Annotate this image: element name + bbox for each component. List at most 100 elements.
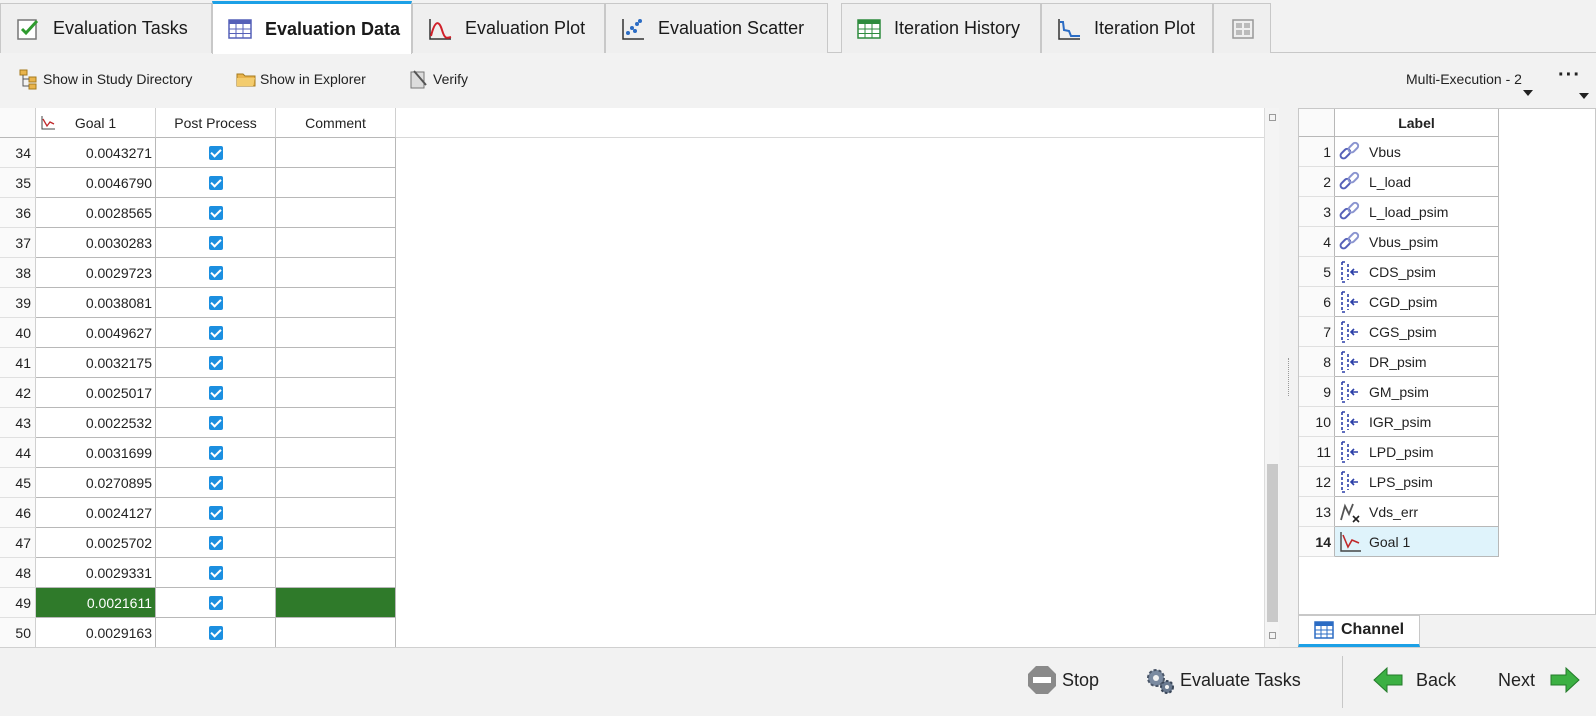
post-process-checkbox[interactable] [208, 355, 223, 370]
channel-row-number[interactable]: 7 [1299, 317, 1335, 347]
goal-1-cell[interactable]: 0.0270895 [36, 468, 156, 498]
channel-row[interactable]: 12 LPS_psim [1299, 467, 1499, 497]
table-row[interactable]: 44 0.0031699 [0, 438, 396, 468]
row-number[interactable]: 41 [0, 348, 36, 378]
channel-row-number[interactable]: 11 [1299, 437, 1335, 467]
tab-layout-menu[interactable] [1213, 3, 1271, 53]
table-row[interactable]: 39 0.0038081 [0, 288, 396, 318]
channel-row-number[interactable]: 3 [1299, 197, 1335, 227]
channel-row[interactable]: 6 CGD_psim [1299, 287, 1499, 317]
channel-row[interactable]: 10 IGR_psim [1299, 407, 1499, 437]
post-process-cell[interactable] [156, 168, 276, 198]
goal-1-cell[interactable]: 0.0025702 [36, 528, 156, 558]
tab-iteration-history[interactable]: Iteration History [841, 3, 1041, 53]
comment-cell[interactable] [276, 528, 396, 558]
row-number[interactable]: 45 [0, 468, 36, 498]
post-process-cell[interactable] [156, 558, 276, 588]
channel-row-number[interactable]: 13 [1299, 497, 1335, 527]
row-number[interactable]: 43 [0, 408, 36, 438]
comment-cell[interactable] [276, 228, 396, 258]
scroll-up-icon[interactable] [1269, 114, 1276, 121]
channel-row[interactable]: 1 Vbus [1299, 137, 1499, 167]
comment-cell[interactable] [276, 618, 396, 648]
table-row[interactable]: 45 0.0270895 [0, 468, 396, 498]
post-process-checkbox[interactable] [208, 235, 223, 250]
post-process-cell[interactable] [156, 618, 276, 648]
column-header-comment[interactable]: Comment [276, 108, 396, 138]
channel-label-cell[interactable]: L_load_psim [1335, 197, 1499, 227]
post-process-checkbox[interactable] [208, 535, 223, 550]
channel-label-cell[interactable]: L_load [1335, 167, 1499, 197]
goal-1-cell[interactable]: 0.0043271 [36, 138, 156, 168]
post-process-cell[interactable] [156, 438, 276, 468]
channel-row-number[interactable]: 4 [1299, 227, 1335, 257]
row-number[interactable]: 35 [0, 168, 36, 198]
post-process-cell[interactable] [156, 288, 276, 318]
comment-cell[interactable] [276, 498, 396, 528]
goal-1-cell[interactable]: 0.0024127 [36, 498, 156, 528]
row-number[interactable]: 46 [0, 498, 36, 528]
goal-1-cell[interactable]: 0.0029163 [36, 618, 156, 648]
goal-1-cell[interactable]: 0.0031699 [36, 438, 156, 468]
goal-1-cell[interactable]: 0.0049627 [36, 318, 156, 348]
comment-cell[interactable] [276, 168, 396, 198]
row-number[interactable]: 48 [0, 558, 36, 588]
verify-button[interactable]: Verify [408, 68, 468, 90]
goal-1-cell[interactable]: 0.0022532 [36, 408, 156, 438]
post-process-checkbox[interactable] [208, 175, 223, 190]
table-row[interactable]: 48 0.0029331 [0, 558, 396, 588]
post-process-checkbox[interactable] [208, 595, 223, 610]
row-number[interactable]: 49 [0, 588, 36, 618]
channel-label-header[interactable]: Label [1335, 109, 1499, 137]
channel-row[interactable]: 13 Vds_err [1299, 497, 1499, 527]
channel-label-cell[interactable]: LPD_psim [1335, 437, 1499, 467]
channel-label-cell[interactable]: Vds_err [1335, 497, 1499, 527]
goal-1-cell[interactable]: 0.0025017 [36, 378, 156, 408]
channel-label-cell[interactable]: Vbus_psim [1335, 227, 1499, 257]
channel-label-cell[interactable]: CGD_psim [1335, 287, 1499, 317]
channel-row[interactable]: 7 CGS_psim [1299, 317, 1499, 347]
comment-cell[interactable] [276, 318, 396, 348]
back-button[interactable]: Back [1372, 660, 1456, 700]
more-options-button[interactable]: ··· [1558, 64, 1581, 87]
comment-cell[interactable] [276, 288, 396, 318]
table-row[interactable]: 37 0.0030283 [0, 228, 396, 258]
goal-1-cell[interactable]: 0.0046790 [36, 168, 156, 198]
post-process-checkbox[interactable] [208, 385, 223, 400]
post-process-cell[interactable] [156, 498, 276, 528]
goal-1-cell[interactable]: 0.0030283 [36, 228, 156, 258]
table-row[interactable]: 43 0.0022532 [0, 408, 396, 438]
table-row[interactable]: 41 0.0032175 [0, 348, 396, 378]
comment-cell[interactable] [276, 138, 396, 168]
post-process-checkbox[interactable] [208, 325, 223, 340]
channel-row-number[interactable]: 9 [1299, 377, 1335, 407]
post-process-cell[interactable] [156, 378, 276, 408]
row-number[interactable]: 50 [0, 618, 36, 648]
channel-row[interactable]: 3 L_load_psim [1299, 197, 1499, 227]
comment-cell[interactable] [276, 438, 396, 468]
post-process-cell[interactable] [156, 258, 276, 288]
next-button[interactable]: Next [1498, 660, 1585, 700]
table-row[interactable]: 46 0.0024127 [0, 498, 396, 528]
row-number[interactable]: 47 [0, 528, 36, 558]
channel-row-number[interactable]: 14 [1299, 527, 1335, 557]
post-process-checkbox[interactable] [208, 145, 223, 160]
channel-row-number[interactable]: 8 [1299, 347, 1335, 377]
post-process-checkbox[interactable] [208, 625, 223, 640]
tab-iteration-plot[interactable]: Iteration Plot [1041, 3, 1213, 53]
tab-evaluation-data[interactable]: Evaluation Data [212, 1, 412, 54]
post-process-cell[interactable] [156, 528, 276, 558]
evaluate-tasks-button[interactable]: Evaluate Tasks [1144, 660, 1301, 700]
row-number[interactable]: 42 [0, 378, 36, 408]
table-row[interactable]: 40 0.0049627 [0, 318, 396, 348]
table-row[interactable]: 50 0.0029163 [0, 618, 396, 648]
row-number[interactable]: 36 [0, 198, 36, 228]
row-number[interactable]: 37 [0, 228, 36, 258]
comment-cell[interactable] [276, 348, 396, 378]
post-process-cell[interactable] [156, 198, 276, 228]
goal-1-cell[interactable]: 0.0028565 [36, 198, 156, 228]
channel-row-number[interactable]: 10 [1299, 407, 1335, 437]
table-row[interactable]: 36 0.0028565 [0, 198, 396, 228]
post-process-checkbox[interactable] [208, 445, 223, 460]
channel-row-number[interactable]: 1 [1299, 137, 1335, 167]
